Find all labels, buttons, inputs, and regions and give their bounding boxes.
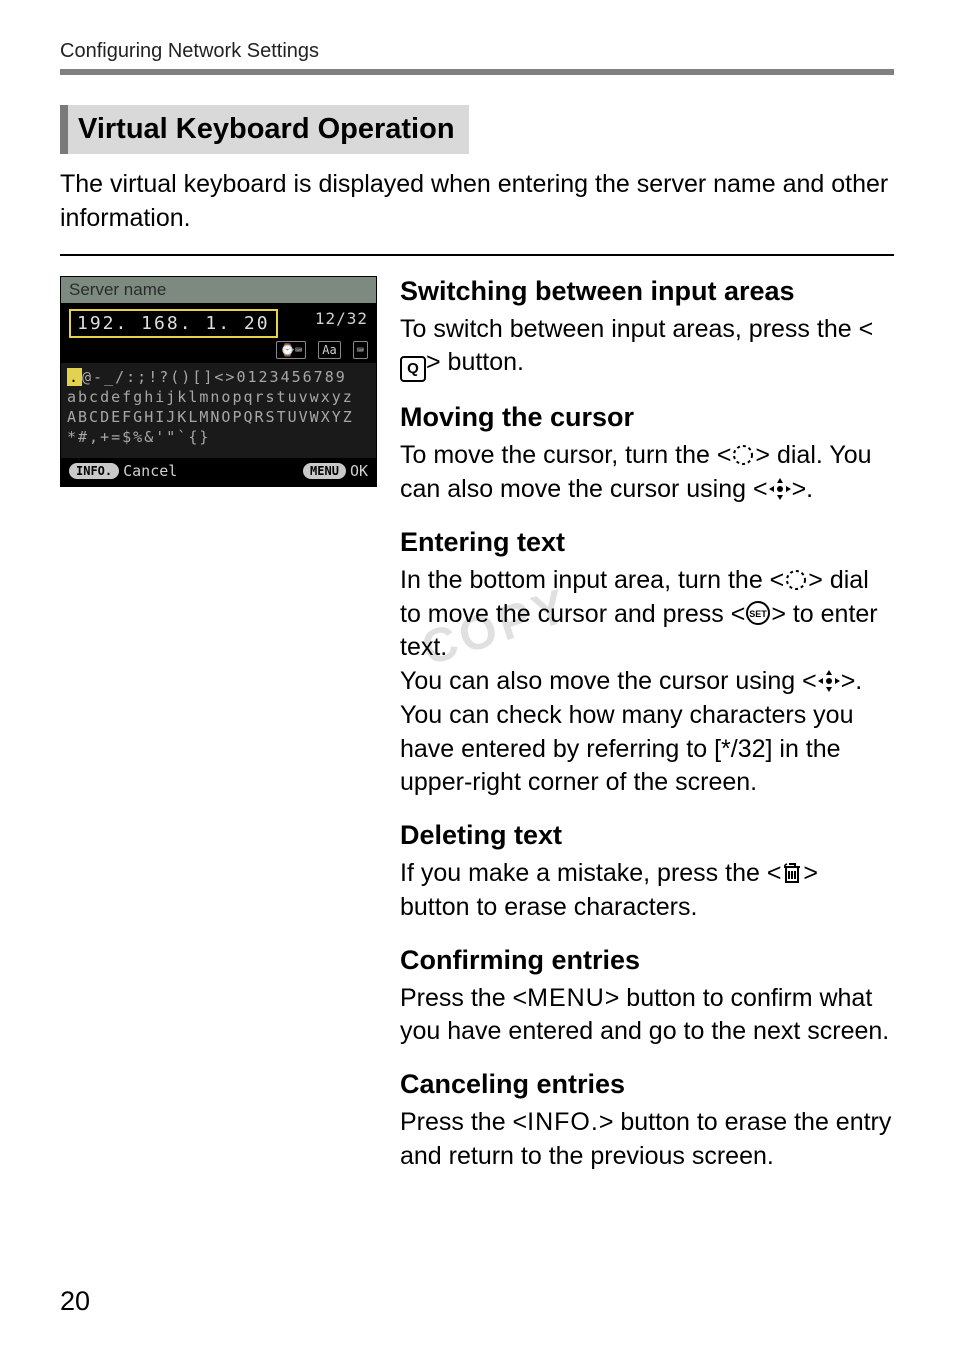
screenshot-char-count: 12/32 [315, 309, 368, 328]
section-rule [60, 254, 894, 256]
section-moving: Moving the cursor To move the cursor, tu… [400, 402, 894, 507]
page-number: 20 [60, 1286, 90, 1317]
section-switching: Switching between input areas To switch … [400, 276, 894, 383]
cancel-text-a: Press the < [400, 1108, 527, 1136]
heading-switching: Switching between input areas [400, 276, 894, 307]
enter-text3: You can check how many characters you ha… [400, 699, 894, 800]
heading-entering: Entering text [400, 527, 894, 558]
switch-text-a: To switch between input areas, press the… [400, 315, 873, 343]
toggle-3: ⌨ [353, 341, 368, 359]
footer-cancel-label: Cancel [123, 462, 177, 480]
multi-controller-icon [768, 475, 792, 503]
enter-text2-b: >. [841, 667, 863, 695]
grid-highlight: . [67, 368, 82, 386]
screenshot-title: Server name [61, 277, 376, 303]
multi-controller-icon [817, 667, 841, 695]
section-entering: Entering text In the bottom input area, … [400, 527, 894, 800]
enter-text2-a: You can also move the cursor using < [400, 667, 817, 695]
screenshot-footer: INFO. Cancel MENU OK [61, 458, 376, 486]
intro-text: The virtual keyboard is displayed when e… [60, 168, 894, 236]
set-button-icon: SET [745, 600, 771, 628]
grid-row3: ABCDEFGHIJKLMNOPQRSTUVWXYZ [67, 408, 354, 426]
screenshot-column: Server name 192. 168. 1. 20 12/32 ⌚⌨ Aa … [60, 276, 400, 487]
grid-row4: *#,+=$%&'"`{} [67, 428, 210, 446]
heading-moving: Moving the cursor [400, 402, 894, 433]
header-rule [60, 69, 894, 75]
screenshot-char-grid: .@-_/:;!?()[]<>0123456789 abcdefghijklmn… [61, 363, 376, 458]
menu-pill: MENU [303, 463, 346, 479]
move-text-c: >. [792, 475, 814, 503]
screenshot-input-value: 192. 168. 1. 20 [69, 309, 278, 338]
delete-text-a: If you make a mistake, press the < [400, 859, 781, 887]
menu-button-label: MENU [527, 984, 605, 1012]
main-dial-icon [784, 566, 808, 594]
toggle-1: ⌚⌨ [276, 341, 306, 359]
q-button-icon: Q [400, 356, 426, 382]
move-text-a: To move the cursor, turn the < [400, 441, 731, 469]
grid-row2: abcdefghijklmnopqrstuvwxyz [67, 388, 354, 406]
heading-confirming: Confirming entries [400, 945, 894, 976]
info-pill: INFO. [69, 463, 119, 479]
virtual-keyboard-screenshot: Server name 192. 168. 1. 20 12/32 ⌚⌨ Aa … [60, 276, 377, 487]
svg-text:SET: SET [750, 609, 768, 619]
toggle-2: Aa [318, 341, 340, 359]
confirm-text-a: Press the < [400, 984, 527, 1012]
section-confirming: Confirming entries Press the <MENU> butt… [400, 945, 894, 1050]
main-dial-icon [731, 441, 755, 469]
heading-canceling: Canceling entries [400, 1069, 894, 1100]
trash-icon [781, 859, 803, 887]
section-canceling: Canceling entries Press the <INFO.> butt… [400, 1069, 894, 1174]
info-button-label: INFO. [527, 1108, 599, 1136]
section-deleting: Deleting text If you make a mistake, pre… [400, 820, 894, 925]
screenshot-mode-toggles: ⌚⌨ Aa ⌨ [61, 340, 376, 363]
enter-text-a: In the bottom input area, turn the < [400, 566, 784, 594]
page-title: Virtual Keyboard Operation [78, 113, 455, 145]
switch-text-b: > button. [426, 348, 524, 376]
heading-deleting: Deleting text [400, 820, 894, 851]
grid-row1-rest: @-_/:;!?()[]<>0123456789 [82, 368, 347, 386]
footer-ok-label: OK [350, 462, 368, 480]
running-header: Configuring Network Settings [60, 40, 894, 63]
title-strip: Virtual Keyboard Operation [60, 105, 469, 154]
